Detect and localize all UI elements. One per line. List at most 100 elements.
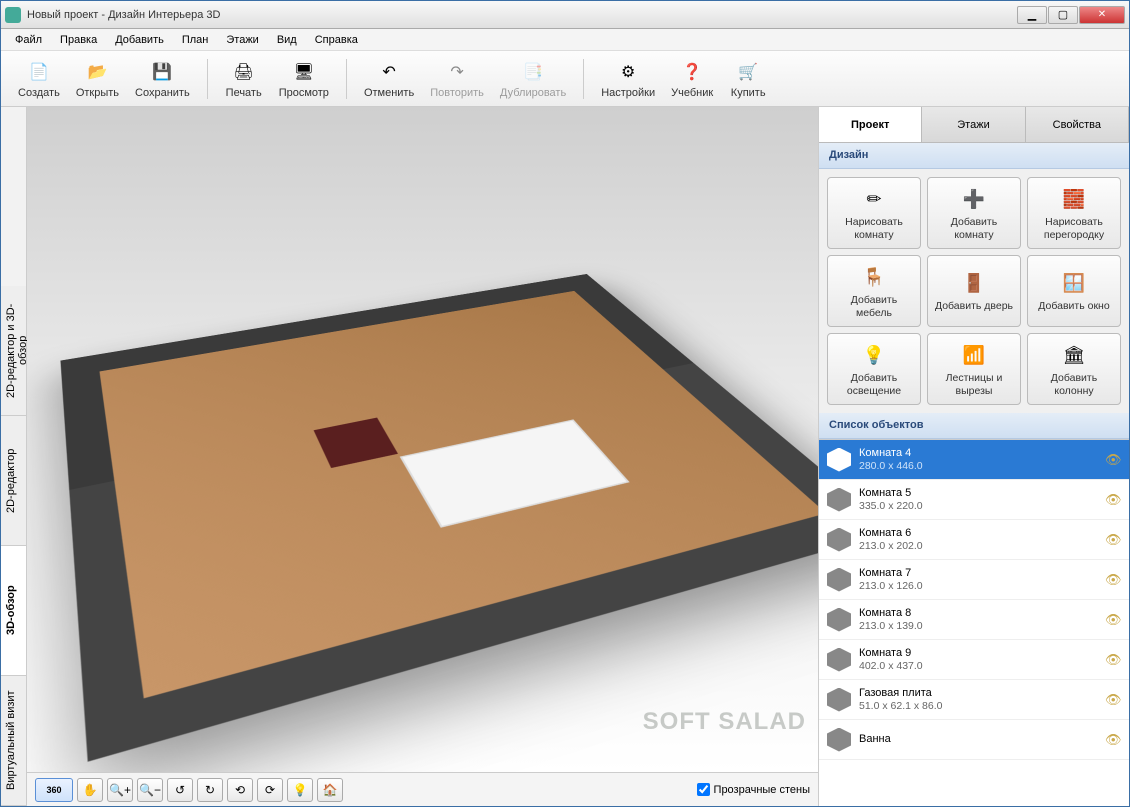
help-button-label: Учебник xyxy=(671,87,713,99)
undo-button[interactable]: ↶Отменить xyxy=(357,54,421,104)
pan-button[interactable]: ✋ xyxy=(77,778,103,802)
panel-tab-2[interactable]: Свойства xyxy=(1026,107,1129,142)
panel-tab-1[interactable]: Этажи xyxy=(922,107,1025,142)
right-panel: ПроектЭтажиСвойства Дизайн ✏Нарисовать к… xyxy=(819,107,1129,806)
visibility-icon[interactable]: 👁 xyxy=(1105,532,1121,548)
add-window-button-icon: 🪟 xyxy=(1060,269,1088,297)
preview-button-icon: 🖥 xyxy=(291,59,317,85)
add-column-button[interactable]: 🏛Добавить колонну xyxy=(1027,333,1121,405)
orbit-left-button[interactable]: ↺ xyxy=(167,778,193,802)
draw-partition-button-icon: 🧱 xyxy=(1060,185,1088,213)
vertical-tab-3[interactable]: 2D-редактор и 3D-обзор xyxy=(1,286,26,416)
menu-3[interactable]: План xyxy=(174,31,217,49)
rotate360-button[interactable]: 360 xyxy=(35,778,73,802)
object-row-7[interactable]: Ванна👁 xyxy=(819,720,1129,760)
add-window-button[interactable]: 🪟Добавить окно xyxy=(1027,255,1121,327)
menu-2[interactable]: Добавить xyxy=(107,31,172,49)
object-name: Комната 9 xyxy=(859,647,1097,660)
design-section-header: Дизайн xyxy=(819,143,1129,169)
settings-button[interactable]: ⚙Настройки xyxy=(594,54,662,104)
add-door-button[interactable]: 🚪Добавить дверь xyxy=(927,255,1021,327)
add-light-button[interactable]: 💡Добавить освещение xyxy=(827,333,921,405)
menu-1[interactable]: Правка xyxy=(52,31,105,49)
object-dims: 213.0 x 126.0 xyxy=(859,580,1097,593)
object-icon xyxy=(827,608,851,632)
help-button[interactable]: ❓Учебник xyxy=(664,54,720,104)
object-name: Комната 8 xyxy=(859,607,1097,620)
visibility-icon[interactable]: 👁 xyxy=(1105,692,1121,708)
object-dims: 213.0 x 139.0 xyxy=(859,620,1097,633)
menu-4[interactable]: Этажи xyxy=(218,31,266,49)
home-view-button[interactable]: 🏠 xyxy=(317,778,343,802)
object-dims: 402.0 x 437.0 xyxy=(859,660,1097,673)
maximize-button[interactable] xyxy=(1048,6,1078,24)
object-icon xyxy=(827,728,851,752)
new-button[interactable]: 📄Создать xyxy=(11,54,67,104)
menu-6[interactable]: Справка xyxy=(307,31,366,49)
watermark: SOFT SALAD xyxy=(643,708,806,736)
redo-button[interactable]: ↷Повторить xyxy=(423,54,491,104)
save-button-icon: 💾 xyxy=(149,59,175,85)
object-icon xyxy=(827,528,851,552)
menu-5[interactable]: Вид xyxy=(269,31,305,49)
visibility-icon[interactable]: 👁 xyxy=(1105,452,1121,468)
add-furniture-button[interactable]: 🪑Добавить мебель xyxy=(827,255,921,327)
buy-button[interactable]: 🛒Купить xyxy=(722,54,774,104)
object-row-2[interactable]: Комната 6213.0 x 202.0👁 xyxy=(819,520,1129,560)
object-row-5[interactable]: Комната 9402.0 x 437.0 👁 xyxy=(819,640,1129,680)
vertical-tab-1[interactable]: 3D-обзор xyxy=(1,546,26,676)
object-row-3[interactable]: Комната 7213.0 x 126.0👁 xyxy=(819,560,1129,600)
undo-button-icon: ↶ xyxy=(376,59,402,85)
stairs-button[interactable]: 📶Лестницы и вырезы xyxy=(927,333,1021,405)
orbit-right-button[interactable]: ↻ xyxy=(197,778,223,802)
objects-section-header: Список объектов xyxy=(819,413,1129,439)
visibility-icon[interactable]: 👁 xyxy=(1105,572,1121,588)
visibility-icon[interactable]: 👁 xyxy=(1105,732,1121,748)
open-button[interactable]: 📂Открыть xyxy=(69,54,126,104)
object-dims: 335.0 x 220.0 xyxy=(859,500,1097,513)
draw-room-button[interactable]: ✏Нарисовать комнату xyxy=(827,177,921,249)
print-button[interactable]: 🖨Печать xyxy=(218,54,270,104)
zoom-out-button[interactable]: 🔍− xyxy=(137,778,163,802)
panel-tab-0[interactable]: Проект xyxy=(819,107,922,142)
visibility-icon[interactable]: 👁 xyxy=(1105,652,1121,668)
settings-button-label: Настройки xyxy=(601,87,655,99)
object-icon xyxy=(827,448,851,472)
visibility-icon[interactable]: 👁 xyxy=(1105,612,1121,628)
draw-partition-button[interactable]: 🧱Нарисовать перегородку xyxy=(1027,177,1121,249)
tilt-right-button[interactable]: ⟳ xyxy=(257,778,283,802)
zoom-in-button[interactable]: 🔍+ xyxy=(107,778,133,802)
object-icon xyxy=(827,488,851,512)
menu-0[interactable]: Файл xyxy=(7,31,50,49)
object-row-1[interactable]: Комната 5335.0 x 220.0👁 xyxy=(819,480,1129,520)
object-icon xyxy=(827,648,851,672)
vertical-tab-2[interactable]: 2D-редактор xyxy=(1,416,26,546)
object-row-0[interactable]: Комната 4280.0 x 446.0👁 xyxy=(819,440,1129,480)
preview-button[interactable]: 🖥Просмотр xyxy=(272,54,336,104)
draw-room-button-icon: ✏ xyxy=(860,185,888,213)
duplicate-button-icon: 📑 xyxy=(520,59,546,85)
add-room-button-icon: ➕ xyxy=(960,185,988,213)
transparent-walls-checkbox[interactable]: Прозрачные стены xyxy=(697,783,810,796)
app-icon xyxy=(5,7,21,23)
close-button[interactable] xyxy=(1079,6,1125,24)
vertical-tab-0[interactable]: Виртуальный визит xyxy=(1,676,26,806)
workspace: Виртуальный визит3D-обзор2D-редактор2D-р… xyxy=(1,107,1129,806)
visibility-icon[interactable]: 👁 xyxy=(1105,492,1121,508)
3d-canvas[interactable]: SOFT SALAD xyxy=(27,107,818,772)
titlebar: Новый проект - Дизайн Интерьера 3D xyxy=(1,1,1129,29)
tilt-left-button[interactable]: ⟲ xyxy=(227,778,253,802)
save-button[interactable]: 💾Сохранить xyxy=(128,54,197,104)
left-vertical-tabs: Виртуальный визит3D-обзор2D-редактор2D-р… xyxy=(1,107,27,806)
object-row-4[interactable]: Комната 8213.0 x 139.0 👁 xyxy=(819,600,1129,640)
open-button-icon: 📂 xyxy=(84,59,110,85)
object-row-6[interactable]: Газовая плита51.0 x 62.1 x 86.0👁 xyxy=(819,680,1129,720)
object-dims: 280.0 x 446.0 xyxy=(859,460,1097,473)
print-button-icon: 🖨 xyxy=(231,59,257,85)
add-room-button[interactable]: ➕Добавить комнату xyxy=(927,177,1021,249)
right-panel-tabs: ПроектЭтажиСвойства xyxy=(819,107,1129,143)
minimize-button[interactable] xyxy=(1017,6,1047,24)
duplicate-button[interactable]: 📑Дублировать xyxy=(493,54,573,104)
light-button[interactable]: 💡 xyxy=(287,778,313,802)
window-title: Новый проект - Дизайн Интерьера 3D xyxy=(27,9,1017,21)
